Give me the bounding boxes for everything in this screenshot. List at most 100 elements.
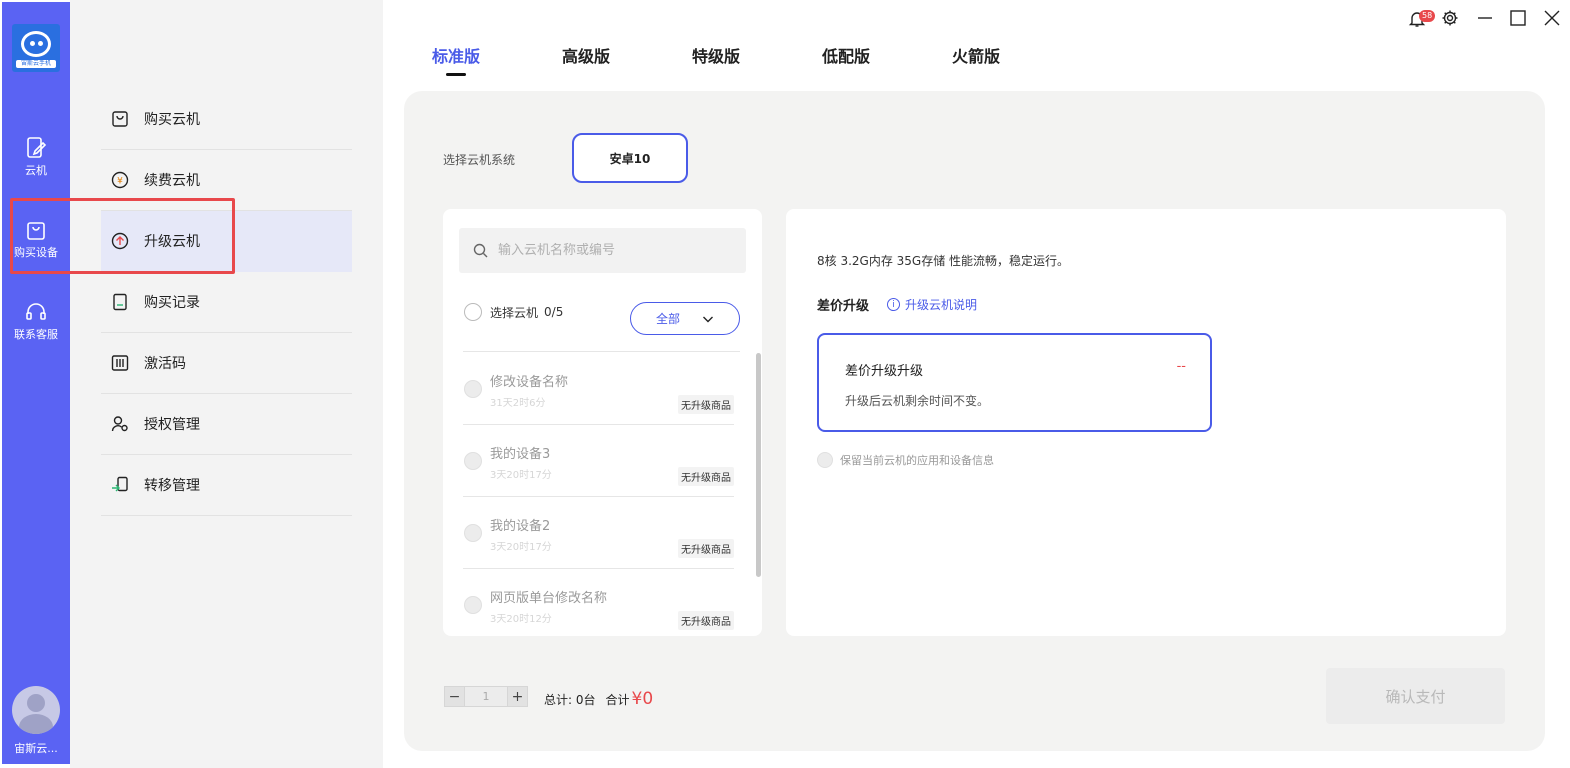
device-radio[interactable] (464, 380, 482, 398)
filter-label: 全部 (655, 312, 680, 326)
upgrade-help-link[interactable]: i 升级云机说明 (887, 296, 977, 313)
keep-data-checkbox[interactable]: 保留当前云机的应用和设备信息 (817, 452, 994, 468)
sidebar-menu: 购买云机 ¥ 续费云机 升级云机 购买记录 激活码 授权管理 转移管理 (70, 0, 383, 768)
system-label: 选择云机系统 (443, 153, 516, 167)
device-row[interactable]: 我的设备3 3天20时17分 无升级商品 (463, 425, 734, 497)
tab-low-spec[interactable]: 低配版 (822, 43, 870, 67)
search-input[interactable] (498, 243, 738, 258)
search-box (459, 228, 746, 273)
sidebar-item-activation-code[interactable]: 激活码 (101, 333, 352, 394)
upgrade-detail-card: 8核 3.2G内存 35G存储 性能流畅，稳定运行。 差价升级 i 升级云机说明… (786, 209, 1506, 636)
device-tag: 无升级商品 (678, 467, 734, 486)
decrement-button[interactable]: − (444, 686, 465, 707)
device-name: 我的设备2 (490, 519, 551, 534)
minimize-icon[interactable] (1476, 9, 1494, 27)
headset-icon (26, 303, 46, 320)
rail-item-cloud-phone[interactable]: 云机 (2, 136, 70, 216)
total-price: ¥0 (631, 689, 654, 709)
device-time: 31天2时6分 (490, 398, 546, 409)
device-row[interactable]: 网页版单台修改名称 3天20时12分 无升级商品 (463, 569, 734, 636)
sidebar-item-purchase-history[interactable]: 购买记录 (101, 272, 352, 333)
device-time: 3天20时12分 (490, 614, 552, 625)
rail-item-support[interactable]: 联系客服 (2, 300, 70, 380)
select-all-label: 选择云机 (490, 305, 539, 320)
device-name: 我的设备3 (490, 447, 551, 462)
device-time: 3天20时17分 (490, 470, 552, 481)
sidebar-item-label: 购买云机 (144, 112, 200, 128)
phone-edit-icon (27, 137, 47, 158)
chevron-down-icon (703, 316, 713, 322)
increment-button[interactable]: + (507, 686, 528, 707)
info-icon: i (887, 298, 900, 311)
receipt-icon (110, 292, 130, 312)
keep-data-label: 保留当前云机的应用和设备信息 (840, 454, 994, 467)
quantity-value[interactable]: 1 (465, 686, 507, 707)
sum-label: 合计 (605, 693, 630, 707)
transfer-icon (110, 475, 130, 495)
sidebar-item-label: 授权管理 (144, 417, 200, 433)
upgrade-title: 差价升级 (817, 299, 870, 314)
active-tab-indicator (446, 73, 466, 76)
sidebar-item-label: 升级云机 (144, 234, 200, 250)
keep-data-radio[interactable] (817, 452, 833, 468)
scrollbar[interactable] (756, 353, 761, 577)
option-price: -- (1176, 359, 1186, 374)
gear-icon[interactable] (1441, 9, 1459, 27)
username: 宙斯云... (14, 742, 58, 755)
sidebar-item-label: 续费云机 (144, 173, 200, 189)
notification-badge: 58 (1419, 10, 1436, 22)
tab-premium[interactable]: 特级版 (692, 43, 740, 67)
sidebar-item-label: 激活码 (144, 356, 186, 372)
filter-dropdown[interactable]: 全部 (630, 302, 740, 335)
rail-item-label: 联系客服 (14, 328, 58, 341)
shopping-bag-icon (27, 222, 45, 240)
upgrade-arrow-icon (110, 231, 130, 251)
left-rail: 宙斯云手机 云机 购买设备 联系客服 宙斯云... (2, 2, 70, 764)
spec-text: 8核 3.2G内存 35G存储 性能流畅，稳定运行。 (817, 254, 1070, 268)
maximize-icon[interactable] (1509, 9, 1527, 27)
sidebar-item-transfer[interactable]: 转移管理 (101, 455, 352, 516)
sidebar-item-buy-cloud[interactable]: 购买云机 (101, 89, 352, 150)
sidebar-item-renew-cloud[interactable]: ¥ 续费云机 (101, 150, 352, 211)
device-tag: 无升级商品 (678, 539, 734, 558)
device-time: 3天20时17分 (490, 542, 552, 553)
device-name: 网页版单台修改名称 (490, 591, 608, 606)
avatar[interactable] (12, 686, 60, 734)
device-radio[interactable] (464, 524, 482, 542)
option-desc: 升级后云机剩余时间不变。 (845, 394, 990, 408)
device-tag: 无升级商品 (678, 395, 734, 414)
rail-item-label: 购买设备 (14, 246, 58, 259)
device-row[interactable]: 我的设备2 3天20时17分 无升级商品 (463, 497, 734, 569)
sidebar-item-authorization[interactable]: 授权管理 (101, 394, 352, 455)
svg-text:¥: ¥ (117, 177, 123, 187)
search-icon (473, 243, 488, 258)
total-count: 总计: 0台 (544, 693, 596, 707)
tab-advanced[interactable]: 高级版 (562, 43, 610, 67)
rail-item-label: 云机 (25, 164, 47, 177)
user-key-icon (110, 414, 130, 434)
bag-icon (110, 109, 130, 129)
upgrade-option[interactable]: 差价升级升级 -- 升级后云机剩余时间不变。 (817, 333, 1212, 432)
sidebar-item-upgrade-cloud[interactable]: 升级云机 (101, 211, 352, 272)
option-name: 差价升级升级 (845, 364, 924, 379)
sidebar-item-label: 购买记录 (144, 295, 200, 311)
device-row[interactable]: 修改设备名称 31天2时6分 无升级商品 (463, 353, 734, 425)
close-icon[interactable] (1543, 9, 1561, 27)
tab-standard[interactable]: 标准版 (432, 43, 480, 67)
device-tag: 无升级商品 (678, 611, 734, 630)
device-radio[interactable] (464, 452, 482, 470)
select-all-radio[interactable] (464, 303, 482, 321)
device-radio[interactable] (464, 596, 482, 614)
yen-coin-icon: ¥ (110, 170, 130, 190)
tab-rocket[interactable]: 火箭版 (952, 43, 1000, 67)
barcode-icon (110, 353, 130, 373)
device-list-card: 选择云机 0/5 全部 修改设备名称 31天2时6分 无升级商品 我的设备3 3… (443, 209, 762, 636)
confirm-pay-button[interactable]: 确认支付 (1326, 668, 1505, 724)
app-window: 宙斯云手机 云机 购买设备 联系客服 宙斯云... 购买云机 ¥ 续费云机 升级… (0, 0, 1570, 768)
select-all-row[interactable]: 选择云机 0/5 (464, 303, 563, 321)
app-logo: 宙斯云手机 (12, 24, 60, 72)
logo-text: 宙斯云手机 (16, 60, 56, 68)
system-option-android10[interactable]: 安卓10 (572, 133, 688, 183)
sidebar-item-label: 转移管理 (144, 478, 200, 494)
rail-item-buy-device[interactable]: 购买设备 (2, 218, 70, 298)
